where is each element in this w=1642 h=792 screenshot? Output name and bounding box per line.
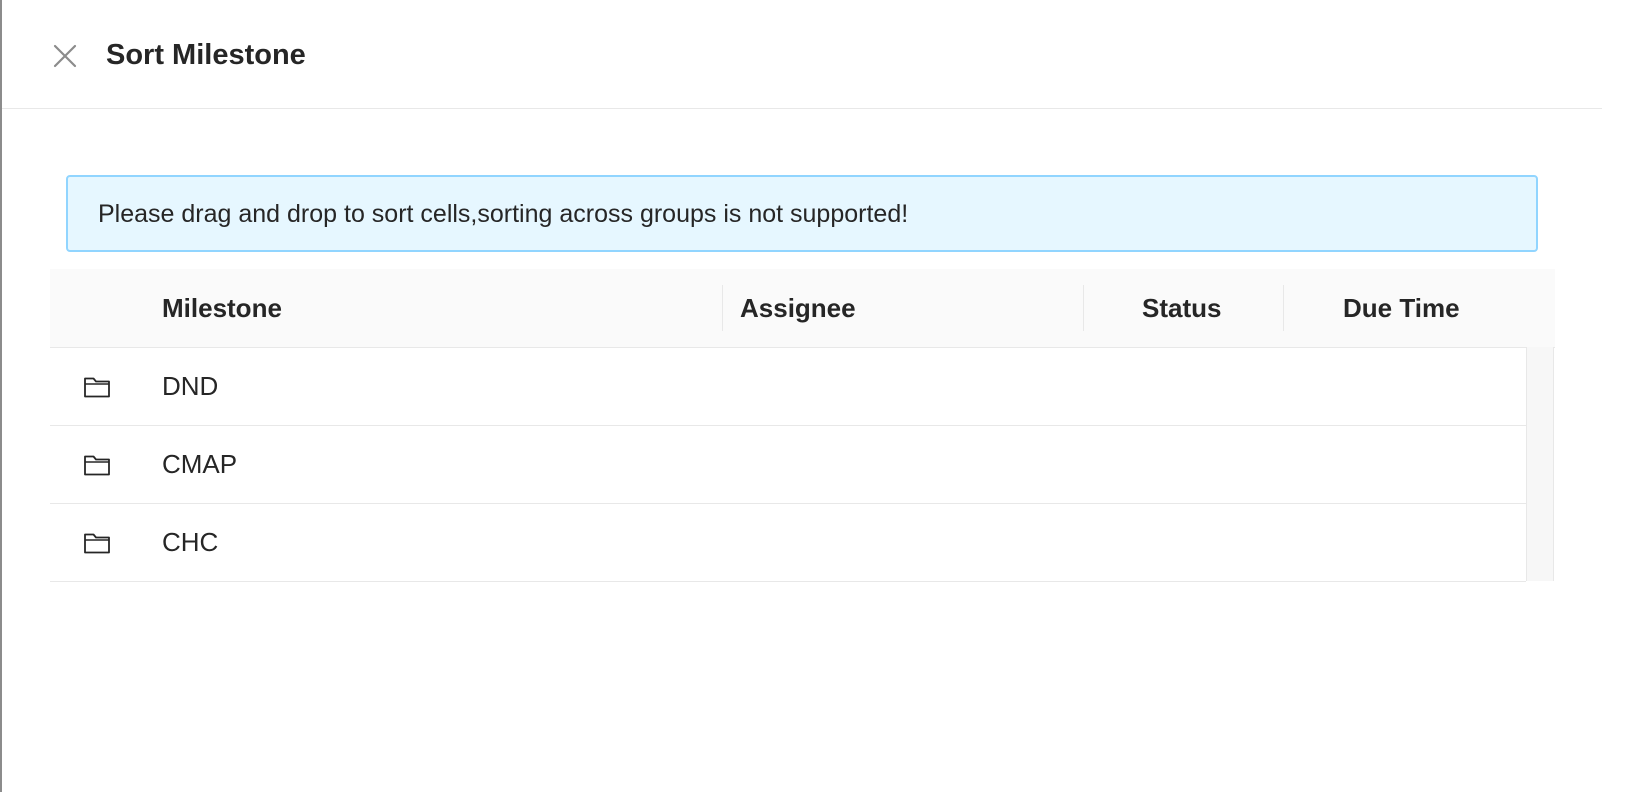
milestone-name: CHC (162, 527, 219, 557)
close-icon (53, 44, 77, 68)
column-header-milestone: Milestone (162, 293, 282, 323)
info-alert: Please drag and drop to sort cells,sorti… (66, 175, 1538, 252)
table-scrollbar[interactable] (1526, 347, 1554, 581)
close-button[interactable] (50, 40, 80, 70)
table-body: DND CMAP CHC (50, 348, 1555, 582)
milestone-table: Milestone Assignee Status Due Time DND C… (50, 269, 1555, 582)
window-edge (0, 0, 2, 792)
column-divider (722, 285, 723, 331)
folder-icon (83, 375, 111, 399)
alert-message: Please drag and drop to sort cells,sorti… (98, 200, 909, 228)
column-header-assignee: Assignee (740, 293, 856, 323)
milestone-name: DND (162, 371, 219, 401)
column-divider (1283, 285, 1284, 331)
column-header-status: Status (1142, 293, 1222, 323)
folder-icon (83, 531, 111, 555)
folder-icon (83, 453, 111, 477)
column-header-due-time: Due Time (1343, 293, 1460, 323)
column-divider (1083, 285, 1084, 331)
table-row[interactable]: DND (50, 348, 1526, 426)
table-row[interactable]: CMAP (50, 426, 1526, 504)
table-row[interactable]: CHC (50, 504, 1526, 582)
dialog-header: Sort Milestone (2, 0, 1602, 109)
table-header: Milestone Assignee Status Due Time (50, 269, 1555, 348)
dialog-title: Sort Milestone (106, 39, 306, 71)
milestone-name: CMAP (162, 449, 238, 479)
